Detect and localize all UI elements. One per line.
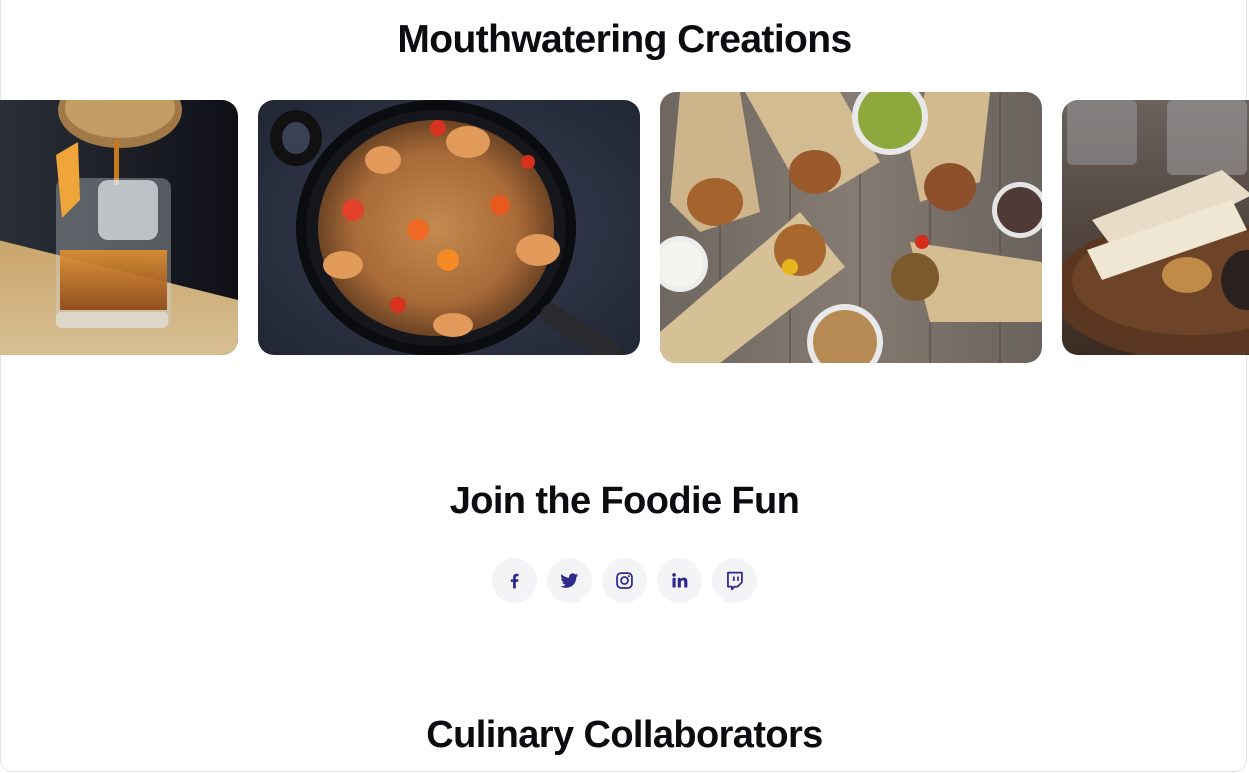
facebook-button[interactable]	[492, 558, 537, 603]
social-links	[0, 558, 1249, 603]
collaborators-heading: Culinary Collaborators	[426, 714, 823, 756]
instagram-icon	[616, 572, 633, 589]
social-heading: Join the Foodie Fun	[449, 480, 800, 522]
cocktail-image	[0, 100, 238, 355]
wraps-image	[660, 92, 1042, 363]
linkedin-button[interactable]	[657, 558, 702, 603]
facebook-icon	[510, 573, 519, 589]
gallery-image-fish[interactable]	[1062, 100, 1249, 355]
fish-image	[1062, 100, 1249, 355]
twitch-button[interactable]	[712, 558, 757, 603]
gallery-image-cocktail[interactable]	[0, 100, 238, 355]
twitter-button[interactable]	[547, 558, 592, 603]
twitch-icon	[727, 571, 743, 591]
instagram-button[interactable]	[602, 558, 647, 603]
gallery-heading: Mouthwatering Creations	[397, 18, 852, 61]
twitter-icon	[560, 573, 579, 588]
pasta-image	[258, 100, 640, 355]
linkedin-icon	[672, 573, 688, 588]
gallery-image-pasta[interactable]	[258, 100, 640, 355]
gallery-image-wraps[interactable]	[660, 92, 1042, 363]
